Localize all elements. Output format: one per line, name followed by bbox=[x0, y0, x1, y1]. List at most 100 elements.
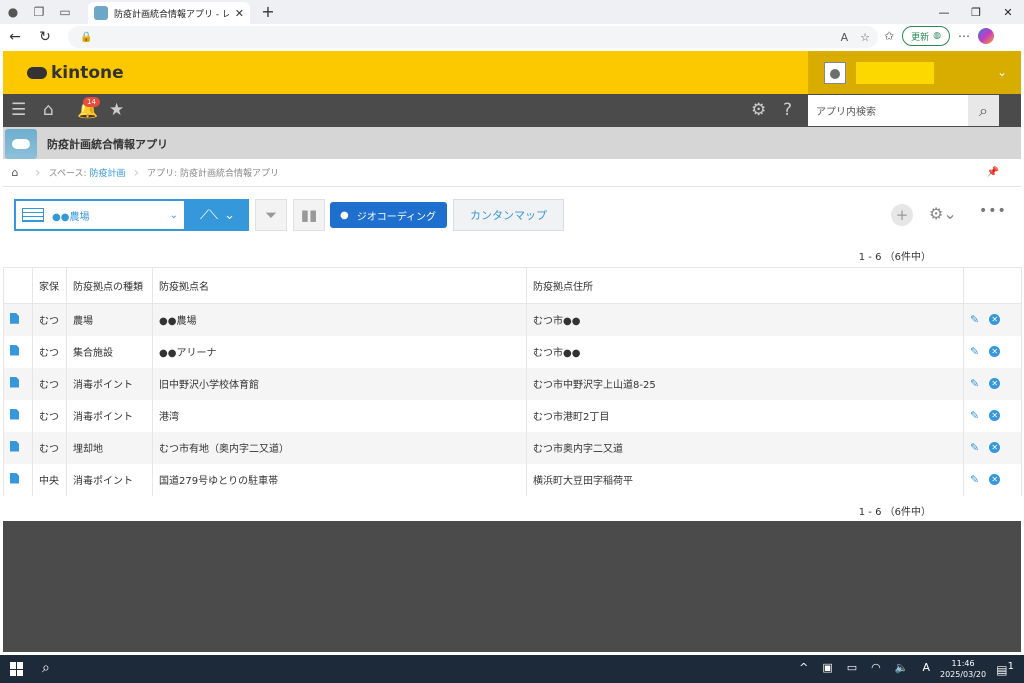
edit-pencil-icon[interactable]: ✎ bbox=[970, 345, 979, 358]
record-detail-icon[interactable] bbox=[10, 440, 19, 452]
collections-icon[interactable]: ❐ bbox=[26, 0, 52, 24]
cell-base-address: むつ市港町2丁目 bbox=[526, 399, 964, 432]
minimize-icon[interactable]: — bbox=[928, 0, 960, 24]
delete-icon[interactable]: ✕ bbox=[989, 442, 1001, 453]
close-tab-icon[interactable]: ✕ bbox=[235, 7, 244, 20]
edit-pencil-icon[interactable]: ✎ bbox=[970, 441, 979, 454]
view-selector[interactable]: ●●農場 ⌄ bbox=[14, 199, 186, 231]
pin-icon[interactable]: 📌 bbox=[987, 167, 999, 178]
close-window-icon[interactable]: ✕ bbox=[992, 0, 1024, 24]
header-base-address[interactable]: 防疫拠点住所 bbox=[526, 267, 964, 304]
profile-icon[interactable]: ● bbox=[0, 0, 26, 24]
filter-button[interactable]: ⏷ bbox=[255, 199, 287, 231]
more-options-icon[interactable]: ••• bbox=[979, 203, 1007, 219]
cell-base-type: 集合施設 bbox=[66, 335, 153, 368]
edit-pencil-icon[interactable]: ✎ bbox=[970, 313, 979, 326]
edit-pencil-icon[interactable]: ✎ bbox=[970, 377, 979, 390]
record-list: 家保 防疫拠点の種類 防疫拠点名 防疫拠点住所 むつ 農場 ●●農場 むつ市●●… bbox=[3, 267, 1022, 521]
reload-icon[interactable]: ↻ bbox=[30, 24, 60, 50]
browser-tab-title: 防疫計画統合情報アプリ - レコードの bbox=[114, 9, 229, 20]
browser-tab-bar: ● ❐ ▭ 防疫計画統合情報アプリ - レコードの ✕ + — ❐ ✕ bbox=[0, 0, 1024, 24]
table-view-icon bbox=[22, 208, 44, 222]
chart-button[interactable]: ▮▮ bbox=[293, 199, 325, 231]
favorite-star-icon[interactable]: ☆ bbox=[860, 31, 870, 44]
read-aloud-icon[interactable]: A bbox=[841, 31, 849, 44]
kantan-map-label: カンタンマップ bbox=[470, 209, 547, 222]
hamburger-menu-icon[interactable]: ☰ bbox=[11, 100, 26, 120]
search-icon: ⌕ bbox=[979, 100, 988, 120]
breadcrumb-space-link[interactable]: 防疫計画 bbox=[89, 169, 125, 179]
record-detail-icon[interactable] bbox=[10, 408, 19, 420]
edit-pencil-icon[interactable]: ✎ bbox=[970, 473, 979, 486]
record-detail-icon[interactable] bbox=[10, 472, 19, 484]
edit-pencil-icon[interactable]: ✎ bbox=[970, 409, 979, 422]
restore-icon[interactable]: ❐ bbox=[960, 0, 992, 24]
geocoding-button[interactable]: ● ジオコーディング bbox=[330, 202, 447, 228]
kantan-map-button[interactable]: カンタンマップ bbox=[453, 199, 564, 231]
home-icon[interactable]: ⌂ bbox=[43, 100, 54, 120]
app-search-input[interactable]: アプリ内検索 bbox=[808, 95, 968, 126]
app-settings-gear-icon[interactable]: ⚙⌄ bbox=[929, 204, 957, 223]
bar-chart-icon: ▮▮ bbox=[300, 206, 318, 224]
tray-device-icon[interactable]: ▣ bbox=[822, 661, 832, 674]
graph-selector[interactable]: ⟋⟍ ⌄ bbox=[186, 199, 249, 231]
record-detail-icon[interactable] bbox=[10, 376, 19, 388]
avatar bbox=[824, 61, 846, 84]
update-button[interactable]: 更新 ◍ bbox=[902, 26, 950, 46]
windows-start-icon[interactable] bbox=[10, 662, 24, 676]
help-icon[interactable]: ? bbox=[783, 100, 792, 120]
ime-indicator[interactable]: A bbox=[922, 661, 930, 674]
favorites-star-icon[interactable]: ★ bbox=[109, 100, 124, 120]
header-base-name[interactable]: 防疫拠点名 bbox=[152, 267, 527, 304]
kintone-cloud-icon bbox=[27, 67, 47, 79]
delete-icon[interactable]: ✕ bbox=[989, 314, 1001, 326]
lock-icon: 🔒 bbox=[80, 31, 93, 43]
header-base-type[interactable]: 防疫拠点の種類 bbox=[66, 267, 153, 304]
windows-taskbar: ⌕ ^ ▣ ▭ ◠ 🔈 A 11:46 2025/03/20 ▤1 bbox=[0, 655, 1024, 683]
user-menu[interactable]: ⌄ bbox=[808, 51, 1021, 94]
chevron-down-icon: ⌄ bbox=[169, 209, 178, 221]
view-name: ●●農場 bbox=[52, 211, 90, 223]
notification-center-count: 1 bbox=[1007, 661, 1014, 672]
breadcrumb-home-icon[interactable]: ⌂ bbox=[3, 166, 27, 179]
cell-base-name: 旧中野沢小学校体育館 bbox=[152, 367, 527, 400]
volume-icon[interactable]: 🔈 bbox=[895, 661, 909, 674]
record-detail-icon[interactable] bbox=[10, 344, 19, 356]
back-icon[interactable]: ← bbox=[0, 24, 30, 50]
wifi-icon[interactable]: ◠ bbox=[871, 661, 881, 674]
taskbar-search-icon[interactable]: ⌕ bbox=[42, 660, 50, 676]
delete-icon[interactable]: ✕ bbox=[989, 378, 1001, 389]
new-tab-icon[interactable]: + bbox=[258, 2, 278, 22]
cell-base-type: 消毒ポイント bbox=[66, 463, 153, 496]
location-pin-icon: ● bbox=[340, 209, 349, 221]
add-record-button[interactable]: + bbox=[891, 204, 913, 226]
breadcrumb-space: スペース: 防疫計画 bbox=[49, 166, 126, 179]
copilot-icon[interactable] bbox=[977, 28, 994, 44]
favorites-icon[interactable]: ✩ bbox=[884, 29, 894, 43]
battery-icon[interactable]: ▭ bbox=[847, 661, 857, 674]
kintone-logo[interactable]: kintone bbox=[27, 63, 124, 83]
delete-icon[interactable]: ✕ bbox=[989, 346, 1001, 357]
record-detail-icon[interactable] bbox=[10, 312, 19, 324]
header-kaho[interactable]: 家保 bbox=[32, 267, 67, 304]
taskbar-clock[interactable]: 11:46 2025/03/20 bbox=[940, 658, 986, 680]
cell-base-address: むつ市中野沢字上山道8-25 bbox=[526, 367, 964, 400]
tray-chevron-up-icon[interactable]: ^ bbox=[799, 661, 808, 674]
table-row: むつ 埋却地 むつ市有地（奥内字二又道） むつ市奥内字二又道 ✎ ✕ bbox=[3, 431, 1022, 464]
cell-base-address: むつ市●● bbox=[526, 303, 964, 336]
delete-icon[interactable]: ✕ bbox=[989, 474, 1001, 485]
browser-tab-active[interactable]: 防疫計画統合情報アプリ - レコードの ✕ bbox=[88, 2, 250, 24]
update-icon: ◍ bbox=[933, 31, 941, 41]
tab-actions-icon[interactable]: ▭ bbox=[52, 0, 78, 24]
settings-gear-icon[interactable]: ⚙ bbox=[751, 100, 766, 120]
cell-kaho: むつ bbox=[32, 399, 67, 432]
search-button[interactable]: ⌕ bbox=[968, 95, 999, 126]
cell-base-type: 消毒ポイント bbox=[66, 399, 153, 432]
app-favicon-icon bbox=[94, 6, 108, 20]
url-field[interactable]: 🔒 A ☆ bbox=[68, 26, 878, 48]
kintone-nav-bar: ☰ ⌂ 🔔 14 ★ ⚙ ? アプリ内検索 ⌕ bbox=[3, 94, 1021, 127]
notification-center-icon[interactable]: ▤1 bbox=[996, 661, 1014, 677]
delete-icon[interactable]: ✕ bbox=[989, 410, 1001, 421]
cell-base-type: 埋却地 bbox=[66, 431, 153, 464]
more-menu-icon[interactable]: ⋯ bbox=[958, 29, 970, 43]
